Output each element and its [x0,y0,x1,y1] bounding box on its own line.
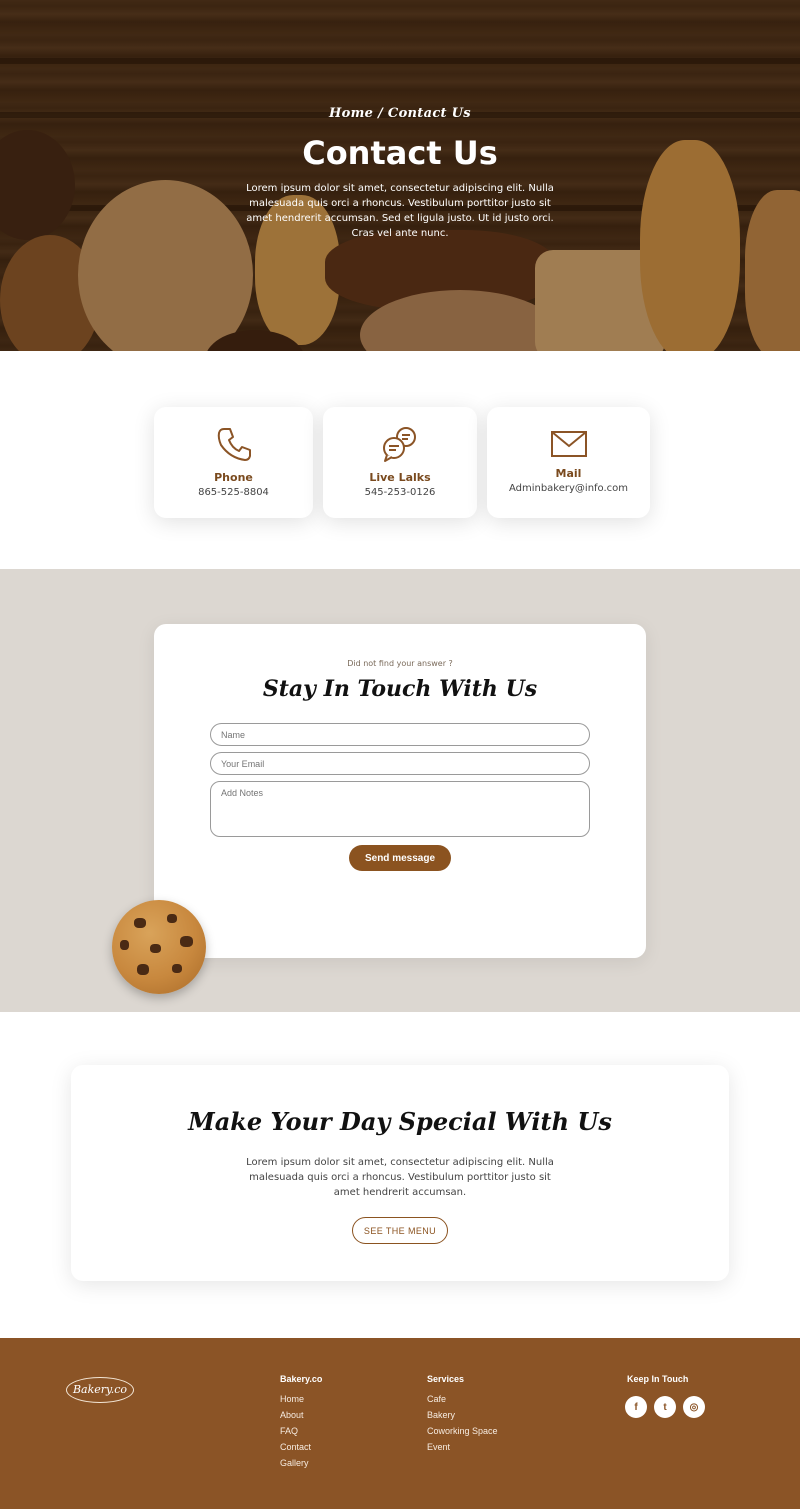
chocolate-chip [120,940,129,950]
hero-banner: Home / Contact Us Contact Us Lorem ipsum… [0,0,800,351]
twitter-icon[interactable]: t [654,1396,676,1418]
footer-column-bakery: Bakery.co Home About FAQ Contact Gallery [280,1374,322,1474]
footer-logo[interactable]: Bakery.co [66,1377,134,1403]
card-title: Live Lalks [369,471,431,484]
mail-address[interactable]: Adminbakery@info.com [487,483,650,494]
form-subtitle: Did not find your answer ? [347,659,453,668]
contact-form-card: Did not find your answer ? Stay In Touch… [154,624,646,958]
footer-link-faq[interactable]: FAQ [280,1426,322,1442]
card-title: Phone [214,471,253,484]
footer-link-bakery[interactable]: Bakery [427,1410,498,1426]
chocolate-chip [172,964,182,973]
phone-icon [154,425,313,463]
chocolate-chip [137,964,149,975]
footer-column-keep-in-touch: Keep In Touch [627,1374,688,1394]
cookie-image [112,900,206,994]
footer-link-about[interactable]: About [280,1410,322,1426]
phone-number[interactable]: 865-525-8804 [154,487,313,498]
contact-card-live-talks: Live Lalks 545-253-0126 [323,407,477,518]
chocolate-chip [180,936,193,947]
footer-heading: Keep In Touch [627,1374,689,1384]
promo-title: Make Your Day Special With Us [188,1107,612,1136]
footer-heading: Services [427,1374,465,1384]
footer-link-home[interactable]: Home [280,1394,322,1410]
breadcrumb[interactable]: Home / Contact Us [0,106,800,121]
footer-link-coworking[interactable]: Coworking Space [427,1426,498,1442]
chat-icon [323,425,477,463]
name-input[interactable] [210,723,590,746]
promo-description: Lorem ipsum dolor sit amet, consectetur … [246,1157,554,1198]
notes-textarea[interactable] [210,781,590,837]
hero-description: Lorem ipsum dolor sit amet, consectetur … [246,183,554,239]
chocolate-chip [167,914,177,923]
see-menu-button[interactable]: SEE THE MENU [352,1217,448,1244]
form-title: Stay In Touch With Us [262,676,538,702]
footer-link-contact[interactable]: Contact [280,1442,322,1458]
live-talks-number[interactable]: 545-253-0126 [323,487,477,498]
mail-icon [487,429,650,459]
contact-form-section: Did not find your answer ? Stay In Touch… [0,569,800,1012]
footer-column-services: Services Cafe Bakery Coworking Space Eve… [427,1374,498,1458]
card-title: Mail [555,467,582,480]
footer-link-gallery[interactable]: Gallery [280,1458,322,1474]
contact-card-mail: Mail Adminbakery@info.com [487,407,650,518]
contact-card-phone: Phone 865-525-8804 [154,407,313,518]
send-message-button[interactable]: Send message [349,845,451,871]
page-title: Contact Us [302,134,498,172]
email-input[interactable] [210,752,590,775]
facebook-icon[interactable]: f [625,1396,647,1418]
chocolate-chip [134,918,146,928]
footer-heading: Bakery.co [280,1374,323,1384]
instagram-icon[interactable]: ◎ [683,1396,705,1418]
footer-link-cafe[interactable]: Cafe [427,1394,498,1410]
chocolate-chip [150,944,161,953]
special-promo-card: Make Your Day Special With Us Lorem ipsu… [71,1065,729,1281]
footer-link-event[interactable]: Event [427,1442,498,1458]
footer: Bakery.co Bakery.co Home About FAQ Conta… [0,1338,800,1509]
hero-overlay [0,0,800,351]
